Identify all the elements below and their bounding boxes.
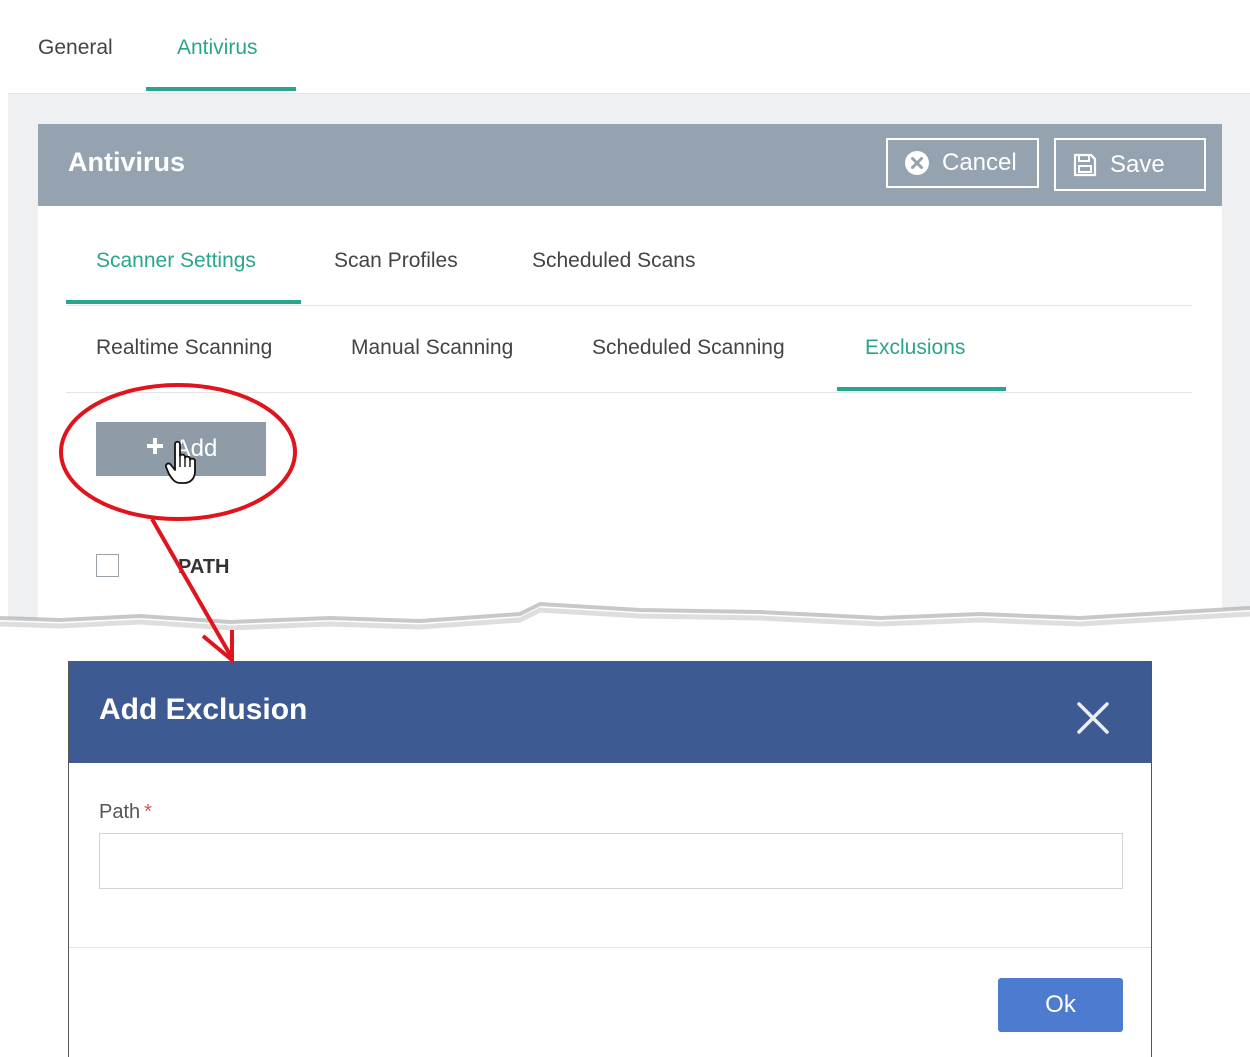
save-button[interactable]: Save <box>1054 138 1206 191</box>
active-scan-tab-indicator <box>837 387 1006 391</box>
tab-realtime-scanning[interactable]: Realtime Scanning <box>96 336 272 360</box>
torn-edge <box>0 601 1250 660</box>
active-tab-indicator <box>146 87 296 91</box>
path-label-text: Path <box>99 801 141 823</box>
floppy-save-icon <box>1072 152 1098 178</box>
scan-tab-bar: Realtime Scanning Manual Scanning Schedu… <box>66 306 1192 393</box>
active-section-indicator <box>66 300 301 304</box>
save-label: Save <box>1110 150 1165 178</box>
close-icon[interactable] <box>1073 698 1113 738</box>
add-label: Add <box>174 435 218 462</box>
section-tab-bar: Scanner Settings Scan Profiles Scheduled… <box>66 206 1192 306</box>
tab-exclusions[interactable]: Exclusions <box>865 336 965 360</box>
tab-general[interactable]: General <box>38 36 113 60</box>
panel-body: Scanner Settings Scan Profiles Scheduled… <box>38 206 1222 630</box>
plus-icon <box>145 435 165 463</box>
cancel-button[interactable]: Cancel <box>886 138 1039 188</box>
tab-scheduled-scanning[interactable]: Scheduled Scanning <box>592 336 785 360</box>
dialog-header: Add Exclusion <box>69 661 1151 763</box>
path-column-header[interactable]: PATH <box>178 556 229 579</box>
required-marker: * <box>144 801 152 823</box>
panel-title: Antivirus <box>68 147 186 177</box>
top-tab-bar: General Antivirus <box>8 0 1250 94</box>
select-all-checkbox[interactable] <box>96 554 119 577</box>
ok-button[interactable]: Ok <box>998 978 1123 1032</box>
cancel-label: Cancel <box>942 149 1017 176</box>
panel-header: Antivirus Cancel Save <box>38 124 1222 206</box>
tab-scheduled-scans[interactable]: Scheduled Scans <box>532 249 695 273</box>
add-button[interactable]: Add <box>96 422 266 476</box>
path-field-label: Path * <box>99 801 152 824</box>
dialog-footer-divider <box>69 947 1151 948</box>
add-exclusion-dialog: Add Exclusion Path * Ok <box>68 661 1152 1057</box>
path-input[interactable] <box>99 833 1123 889</box>
dialog-title: Add Exclusion <box>99 693 308 726</box>
tab-manual-scanning[interactable]: Manual Scanning <box>351 336 513 360</box>
tab-scanner-settings[interactable]: Scanner Settings <box>96 249 256 273</box>
tab-antivirus[interactable]: Antivirus <box>177 36 258 60</box>
tab-scan-profiles[interactable]: Scan Profiles <box>334 249 458 273</box>
cancel-circle-icon <box>904 150 930 176</box>
